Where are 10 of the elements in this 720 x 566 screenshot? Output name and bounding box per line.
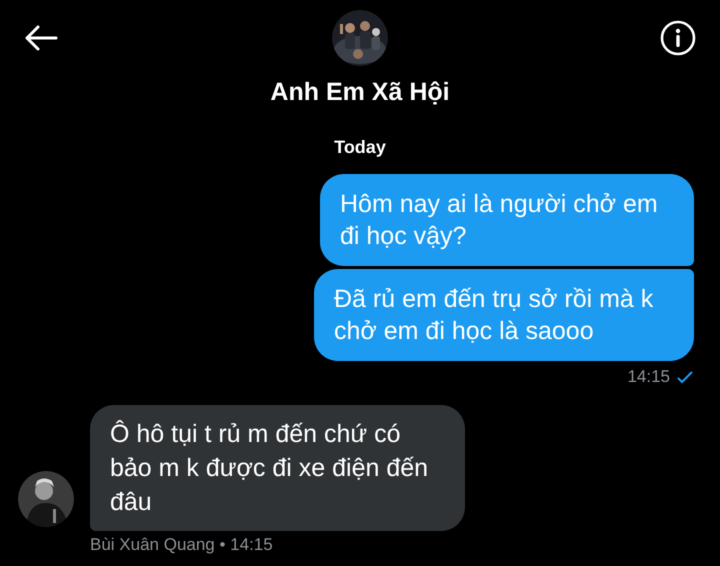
received-message-bubble: Ô hô tụi t rủ m đến chứ có bảo m k được đi xe điện đến đâu xyxy=(90,405,465,531)
back-arrow-icon xyxy=(24,25,58,51)
sent-message-bubble: Hôm nay ai là người chở em đi học vậy? xyxy=(320,174,694,266)
sender-meta: Bùi Xuân Quang • 14:15 xyxy=(90,535,273,555)
day-label: Today xyxy=(334,137,386,158)
sent-message-bubble: Đã rủ em đến trụ sở rồi mà k chở em đi học là saooo xyxy=(314,269,694,361)
conversation-title: Anh Em Xã Hội xyxy=(270,78,450,107)
info-icon xyxy=(660,20,696,56)
info-button[interactable] xyxy=(658,18,698,58)
message-time: 14:15 xyxy=(627,367,670,387)
